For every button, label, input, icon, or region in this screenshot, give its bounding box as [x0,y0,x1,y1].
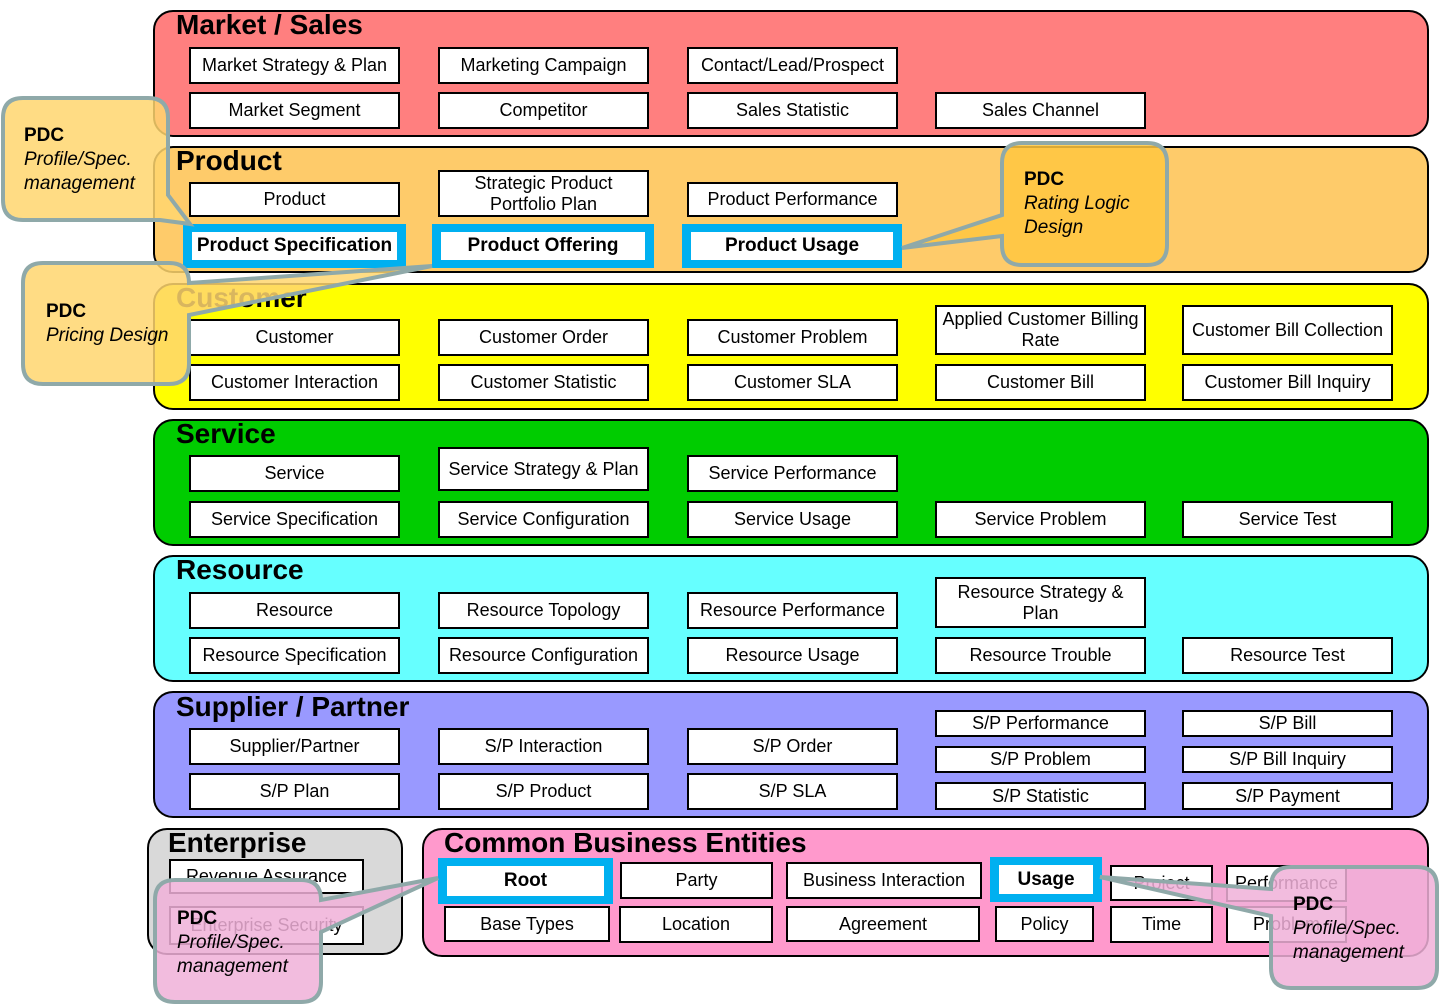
callout-title: PDC [46,301,87,322]
callout-text: PDC Profile/Spec. management [24,124,135,196]
callout-subtitle: Profile/Spec. [177,932,285,953]
callout-text: PDC Pricing Design [46,300,169,348]
callout-subtitle2: management [24,173,135,194]
callout-subtitle2: management [1293,942,1404,963]
callout-subtitle: Pricing Design [46,325,169,346]
callout-title: PDC [24,125,65,146]
callout-text: PDC Profile/Spec. management [1293,893,1404,965]
callout-shapes [1,96,1439,1004]
callout-text: PDC Profile/Spec. management [177,907,288,979]
callout-subtitle: Profile/Spec. [24,149,132,170]
callout-title: PDC [1293,894,1334,915]
callout-subtitle2: management [177,956,288,977]
callout-subtitle2: Design [1024,217,1084,238]
callout-text: PDC Rating Logic Design [1024,168,1130,240]
callout-title: PDC [177,908,218,929]
callout-subtitle: Profile/Spec. [1293,918,1401,939]
callout-subtitle: Rating Logic [1024,193,1130,214]
callout-title: PDC [1024,169,1065,190]
